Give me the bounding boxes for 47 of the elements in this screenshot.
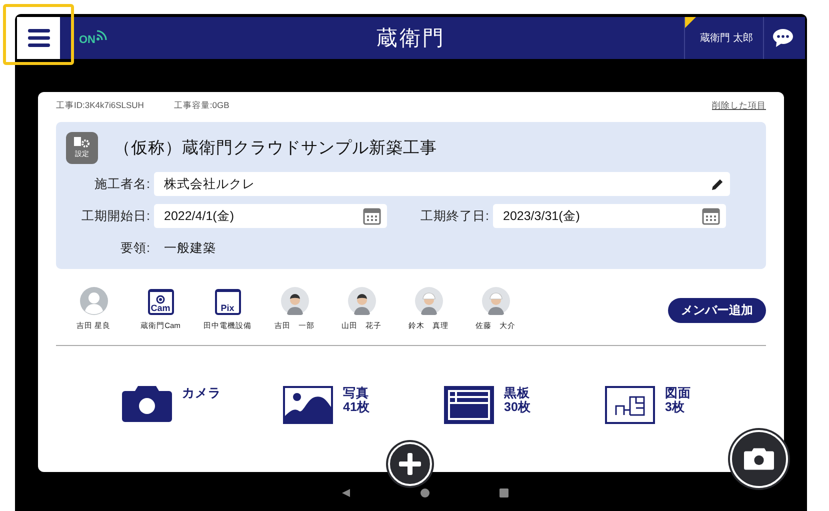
add-member-button[interactable]: メンバー追加 [668,298,766,323]
plus-icon [399,453,421,475]
signal-icon [96,29,108,41]
camera-icon [744,447,774,471]
field-label: 要領: [120,240,150,256]
action-button[interactable]: 写真 41枚 [283,386,444,424]
app-logo: 蔵衛門 [376,26,446,52]
back-icon[interactable] [341,488,351,498]
device-icon: Cam [148,289,174,315]
menu-icon [28,28,50,48]
device-icon: Pix [214,289,240,315]
action-button[interactable]: 図面 3枚 [605,386,766,424]
action-button[interactable]: カメラ [122,386,283,424]
home-icon[interactable] [420,488,430,498]
start-date-field[interactable]: 2022/4/1(金) [154,204,387,228]
image-icon [283,386,333,424]
project-title: （仮称）蔵衛門クラウドサンプル新築工事 [114,138,437,159]
field-label: 工期開始日: [80,208,150,224]
floor-plan-icon [605,386,655,424]
project-id: 工事ID:3K4k7i6SLSUH [56,100,144,112]
avatar-icon [80,287,108,315]
add-button[interactable] [388,442,432,486]
chat-icon [772,28,794,48]
project-capacity: 工事容量:0GB [174,100,230,112]
camera-icon [122,386,172,422]
deleted-items-link[interactable]: 削除した項目 [712,100,766,112]
field-label: 施工者名: [94,176,150,192]
settings-icon [74,137,90,148]
calendar-icon [363,207,381,225]
field-value: 一般建築 [164,240,216,256]
blackboard-icon [444,386,494,424]
online-status: ON [79,34,96,46]
field-label: 工期終了日: [420,208,489,224]
action-button[interactable]: 黒板 30枚 [444,386,605,424]
avatar-icon [280,287,308,315]
avatar-icon [482,287,510,315]
end-date-field[interactable]: 2023/3/31(金) [493,204,726,228]
user-button[interactable]: 蔵衛門 太郎 [684,17,764,59]
avatar-icon [348,287,376,315]
avatar-icon [414,287,442,315]
recents-icon[interactable] [499,488,509,498]
calendar-icon [702,207,720,225]
camera-button[interactable] [730,430,788,488]
menu-button[interactable] [17,17,60,59]
highlight-frame [3,4,74,65]
contractor-field[interactable]: 株式会社ルクレ [154,172,730,196]
pencil-icon [711,178,724,190]
